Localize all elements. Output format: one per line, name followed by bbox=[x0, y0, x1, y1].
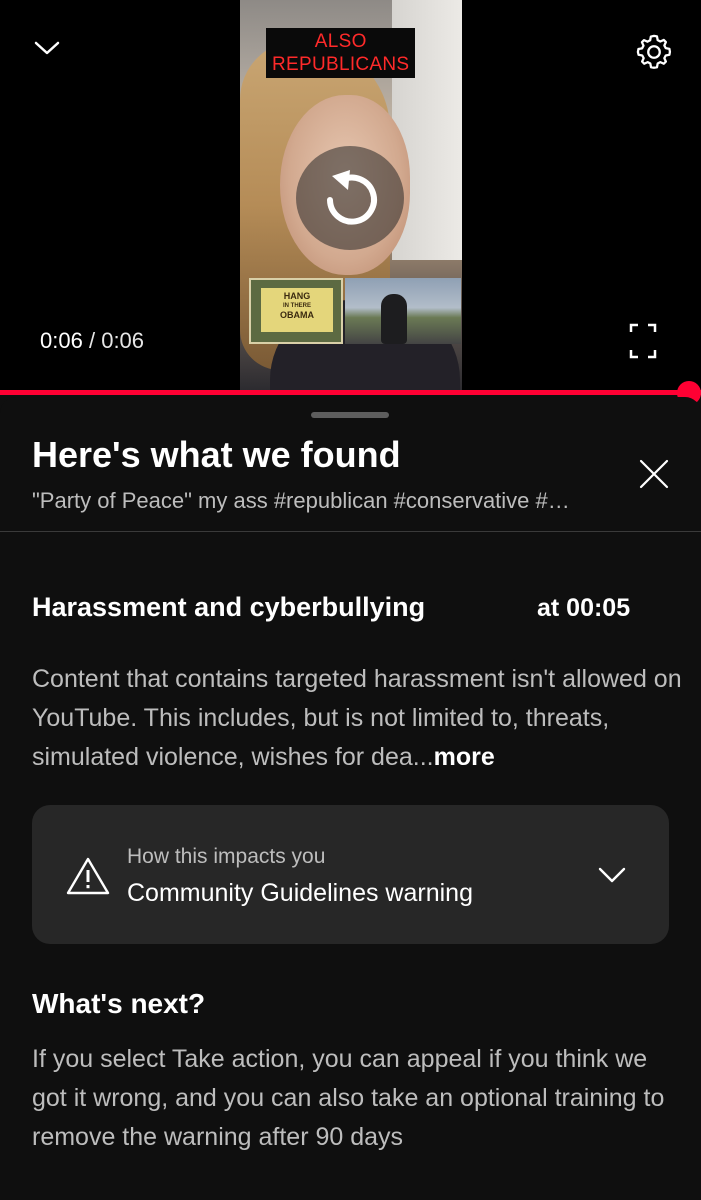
video-overlay-caption: ALSO REPUBLICANS bbox=[266, 28, 416, 78]
duration: 0:06 bbox=[101, 328, 145, 353]
sheet-drag-handle[interactable] bbox=[311, 412, 389, 418]
sign-text-2: IN THERE bbox=[282, 303, 311, 309]
time-display: 0:06 / 0:06 bbox=[40, 328, 144, 354]
progress-bar[interactable] bbox=[0, 390, 701, 395]
video-title: "Party of Peace" my ass #republican #con… bbox=[32, 488, 570, 513]
expand-chevron-icon[interactable] bbox=[594, 860, 630, 890]
policy-description: Content that contains targeted harassmen… bbox=[32, 660, 682, 777]
impact-card[interactable] bbox=[32, 805, 669, 944]
impact-label: How this impacts you bbox=[127, 845, 326, 868]
divider bbox=[0, 531, 701, 532]
replay-icon bbox=[327, 170, 377, 225]
fullscreen-button[interactable] bbox=[624, 320, 662, 362]
time-separator: / bbox=[88, 328, 96, 353]
warning-icon bbox=[66, 857, 110, 895]
replay-button[interactable] bbox=[296, 146, 404, 250]
policy-description-text: Content that contains targeted harassmen… bbox=[32, 665, 682, 771]
fullscreen-icon bbox=[629, 323, 657, 359]
impact-value: Community Guidelines warning bbox=[127, 879, 473, 907]
settings-button[interactable] bbox=[630, 28, 678, 76]
policy-timestamp[interactable]: at 00:05 bbox=[537, 594, 630, 623]
video-player[interactable]: ALSO REPUBLICANS HANG IN THERE OBAMA 0:0… bbox=[0, 0, 701, 392]
minimize-button[interactable] bbox=[26, 28, 68, 68]
video-sign-image: HANG IN THERE OBAMA bbox=[249, 278, 343, 344]
close-icon bbox=[639, 459, 669, 489]
settings-gear-icon bbox=[636, 34, 672, 69]
sheet-title: Here's what we found bbox=[32, 434, 401, 475]
more-link[interactable]: more bbox=[434, 743, 495, 771]
caption-line-1: ALSO bbox=[314, 31, 367, 52]
video-inset-photo bbox=[345, 278, 461, 344]
sign-text-3: OBAMA bbox=[280, 310, 314, 320]
chevron-down-icon bbox=[34, 41, 60, 55]
whats-next-body: If you select Take action, you can appea… bbox=[32, 1045, 665, 1151]
whats-next-title: What's next? bbox=[32, 988, 206, 1019]
caption-line-2: REPUBLICANS bbox=[272, 54, 410, 75]
sign-text-1: HANG bbox=[283, 291, 311, 301]
close-button[interactable] bbox=[630, 450, 678, 498]
current-time: 0:06 bbox=[40, 328, 83, 353]
policy-name: Harassment and cyberbullying bbox=[32, 592, 426, 622]
